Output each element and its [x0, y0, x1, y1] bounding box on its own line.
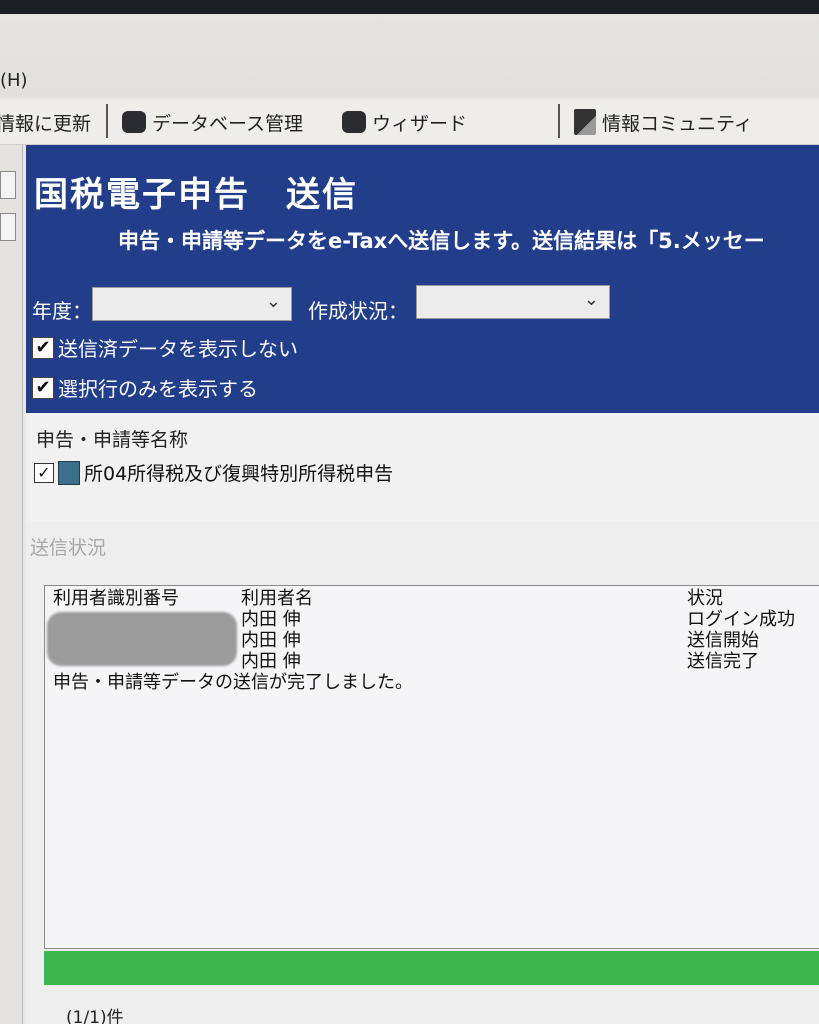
wizard-icon — [342, 111, 366, 133]
show-selected-checkbox-row[interactable]: ✔ 選択行のみを表示する — [32, 373, 258, 402]
record-count: (1/1)件 — [66, 1008, 124, 1024]
list-item[interactable]: ✓ 所04所得税及び復興特別所得税申告 — [34, 459, 393, 486]
show-selected-checkbox[interactable]: ✔ — [32, 376, 54, 399]
hide-sent-checkbox-row[interactable]: ✔ 送信済データを表示しない — [32, 333, 298, 362]
document-icon — [58, 460, 80, 485]
info-community-label: 情報コミュニティ — [602, 112, 753, 135]
declaration-list: 申告・申請等名称 ✓ 所04所得税及び復興特別所得税申告 — [26, 413, 819, 521]
declaration-list-header: 申告・申請等名称 — [36, 429, 189, 451]
log-status: ログイン成功 — [687, 609, 795, 630]
column-status: 状況 — [687, 588, 723, 609]
status-filter-label: 作成状況： — [308, 299, 408, 323]
app-window: (H) 情報に更新 データベース管理 ウィザード 情報コミュニティ 国税電子申告… — [0, 14, 819, 1024]
send-status-label: 送信状況 — [30, 537, 107, 559]
chevron-down-icon: ⌄ — [583, 289, 599, 310]
status-filter-select[interactable]: ⌄ — [416, 285, 610, 319]
panel-header: 国税電子申告 送信 申告・申請等データをe-Taxへ送信します。送信結果は「5.… — [26, 145, 819, 413]
chevron-down-icon: ⌄ — [265, 291, 281, 312]
row-checkbox[interactable]: ✓ — [34, 462, 54, 483]
left-pane — [0, 145, 23, 1024]
toolbar-divider — [106, 104, 108, 138]
log-user-name: 内田 伸 — [241, 651, 301, 672]
declaration-name: 所04所得税及び復興特別所得税申告 — [84, 463, 394, 485]
info-community-button[interactable]: 情報コミュニティ — [574, 106, 753, 138]
hide-sent-label: 送信済データを表示しない — [58, 337, 298, 361]
database-icon — [122, 111, 146, 133]
community-icon — [574, 109, 596, 135]
left-pane-control[interactable] — [0, 213, 16, 241]
log-status: 送信開始 — [687, 630, 759, 651]
log-user-name: 内田 伸 — [241, 630, 301, 651]
year-select[interactable]: ⌄ — [92, 287, 292, 321]
progress-bar — [44, 951, 819, 985]
update-info-button[interactable]: 情報に更新 — [0, 106, 91, 138]
log-complete-message: 申告・申請等データの送信が完了しました。 — [53, 672, 413, 693]
database-manage-label: データベース管理 — [152, 112, 304, 135]
toolbar-divider — [558, 104, 560, 138]
wizard-button[interactable]: ウィザード — [342, 106, 467, 138]
toolbar: 情報に更新 データベース管理 ウィザード 情報コミュニティ — [0, 100, 819, 145]
log-status: 送信完了 — [687, 651, 759, 672]
wizard-label: ウィザード — [372, 112, 468, 135]
page-title: 国税電子申告 送信 — [34, 175, 358, 215]
year-label: 年度： — [32, 299, 92, 323]
left-pane-control[interactable] — [0, 171, 16, 199]
update-info-label: 情報に更新 — [0, 112, 92, 135]
etax-send-panel: 国税電子申告 送信 申告・申請等データをe-Taxへ送信します。送信結果は「5.… — [26, 145, 819, 1024]
column-user-id: 利用者識別番号 — [53, 588, 179, 609]
log-user-name: 内田 伸 — [241, 609, 301, 630]
hide-sent-checkbox[interactable]: ✔ — [32, 336, 54, 359]
menu-bar: (H) — [0, 14, 819, 98]
page-subtitle: 申告・申請等データをe-Taxへ送信します。送信結果は「5.メッセー — [118, 229, 765, 253]
menu-help[interactable]: (H) — [0, 70, 28, 91]
send-status-log: 利用者識別番号 利用者名 状況 内田 伸 内田 伸 内田 伸 ログイン成功 送信… — [44, 585, 819, 949]
column-user-name: 利用者名 — [241, 588, 313, 609]
show-selected-label: 選択行のみを表示する — [58, 377, 258, 401]
redacted-user-id — [47, 612, 237, 666]
database-manage-button[interactable]: データベース管理 — [122, 106, 303, 138]
